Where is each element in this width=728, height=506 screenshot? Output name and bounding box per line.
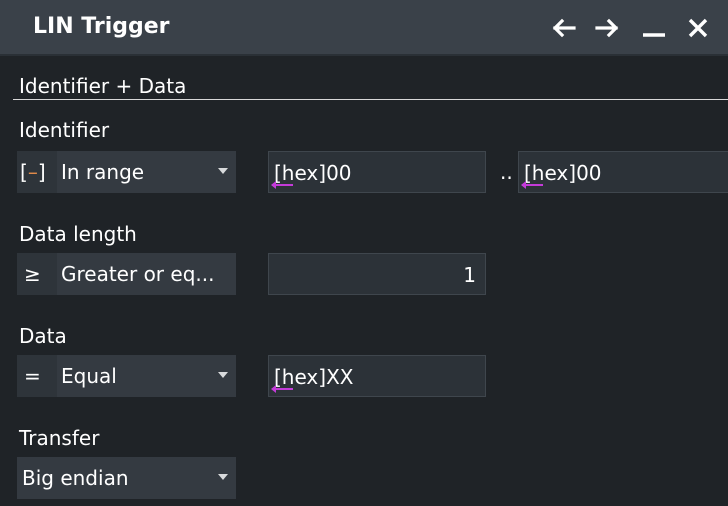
title-bar: LIN Trigger [0,0,728,56]
minimize-button[interactable] [636,10,672,46]
identifier-min-value: [hex]00 [274,161,352,185]
data-length-label: Data length [19,222,137,246]
data-condition-value: Equal [61,364,117,388]
range-separator: .. [500,160,513,184]
data-length-value: 1 [463,263,476,287]
data-condition-dropdown[interactable]: = Equal [17,355,236,397]
section-header: Identifier + Data [19,74,187,98]
identifier-label: Identifier [19,118,110,142]
window-title: LIN Trigger [33,14,170,39]
identifier-condition-dropdown[interactable]: [–] In range [17,151,236,193]
data-length-condition-dropdown[interactable]: ≥ Greater or eq... [17,253,236,295]
back-arrow-icon [552,18,576,38]
data-length-field[interactable]: 1 [268,253,486,295]
chevron-down-icon [218,474,228,480]
close-icon [688,18,708,38]
identifier-min-field[interactable]: [hex]00 [268,151,486,193]
hex-marker-icon [271,181,293,189]
forward-arrow-icon [595,18,619,38]
hex-marker-icon [521,181,543,189]
back-button[interactable] [545,10,581,46]
data-label: Data [19,324,67,348]
chevron-down-icon [218,372,228,378]
greater-equal-symbol: ≥ [24,262,41,286]
transfer-dropdown[interactable]: Big endian [17,457,236,499]
identifier-condition-value: In range [61,160,145,184]
equal-symbol: = [24,364,41,388]
data-value-field[interactable]: [hex]XX [268,355,486,397]
close-button[interactable] [680,10,716,46]
data-length-condition-value: Greater or eq... [61,262,215,286]
range-symbol: [–] [20,160,46,184]
hex-marker-icon [271,385,293,393]
identifier-max-value: [hex]00 [524,161,602,185]
data-value: [hex]XX [274,365,354,389]
forward-button[interactable] [590,10,626,46]
transfer-value: Big endian [22,466,129,490]
chevron-down-icon [218,168,228,174]
transfer-label: Transfer [19,426,100,450]
section-divider [13,99,728,100]
identifier-max-field[interactable]: [hex]00 [518,151,728,193]
minimize-icon [643,33,665,37]
